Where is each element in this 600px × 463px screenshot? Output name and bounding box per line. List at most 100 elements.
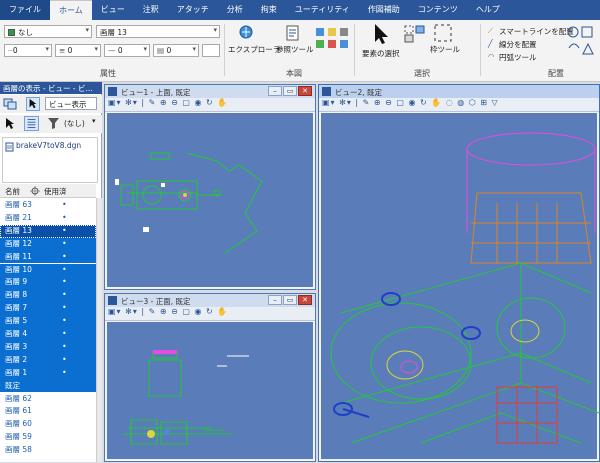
tab-view[interactable]: ビュー [92,0,134,20]
level-row[interactable]: 画層 12 • [0,237,96,251]
tab-utilities[interactable]: ユーティリティ [286,0,359,20]
level-row[interactable]: 画層 13 • [0,224,96,238]
level-row[interactable]: 画層 5 • [0,315,96,328]
level-used-indicator: • [62,225,67,235]
level-used-indicator: • [62,200,67,209]
element-selection-arrow-icon[interactable] [370,22,392,46]
level-row[interactable]: 画層 60 [0,418,96,432]
maximize-button[interactable]: ▭ [283,295,297,305]
explorer-icon[interactable] [238,24,256,42]
level-row[interactable]: 画層 9 • [0,276,96,290]
tab-file[interactable]: ファイル [0,0,50,20]
dgn-file-icon [5,142,14,152]
level-row[interactable]: 画層 10 • [0,263,96,277]
class-combo[interactable] [202,44,220,57]
level-row[interactable]: 画層 58 [0,444,96,457]
level-name: 画層 59 [5,432,32,442]
level-row[interactable]: 画層 21 • [0,211,96,225]
view-toolbar[interactable]: ▣▾ ✻▾ | ✎ ⊕ ⊖ ▢ ◉ ↻ ✋ [105,98,315,112]
fence-tool-button[interactable]: 枠ツール [430,44,460,55]
place-smartline-button[interactable]: スマートラインを配置 [499,26,574,37]
panel-toolbar: ビュー表示 [0,95,102,113]
level-row[interactable]: 画層 2 • [0,353,96,367]
level-row[interactable]: 画層 59 [0,431,96,445]
line-icon: ╱ [488,39,493,48]
level-list-icon[interactable] [24,116,39,131]
level-used-indicator: • [62,303,67,313]
explorer-button[interactable]: エクスプローラ [228,44,280,55]
column-header-name[interactable]: 名前 [5,186,20,197]
level-used-indicator: • [62,329,67,338]
pointer-icon[interactable] [4,117,16,130]
filter-value[interactable]: (なし) [64,118,85,129]
filter-icon[interactable] [47,117,60,130]
fence-icon[interactable] [433,23,453,43]
level-row[interactable]: 画層 3 • [0,340,96,354]
close-button[interactable]: ✕ [298,295,312,305]
top-view-drawing [115,152,263,254]
select-icon[interactable] [26,97,40,111]
level-row[interactable]: 画層 1 • [0,366,96,380]
level-row[interactable]: 既定 [0,379,96,393]
level-name: 画層 21 [5,212,32,222]
level-row[interactable]: 画層 63 • [0,199,96,212]
arc-tool-button[interactable]: 円弧ツール [499,52,537,63]
linestyle-value: 0 [12,46,18,55]
view-icon [108,87,117,96]
view1-canvas[interactable] [107,113,313,287]
tab-annotate[interactable]: 注釈 [134,0,168,20]
view-toolbar[interactable]: ▣▾ ✻▾ | ✎ ⊕ ⊖ ▢ ◉ ↻ ✋ [105,307,315,321]
tab-help[interactable]: ヘルプ [467,0,509,20]
level-row[interactable]: 画層 61 [0,405,96,419]
level-name: 画層 10 [5,264,32,274]
level-row[interactable]: 画層 7 • [0,302,96,316]
level-display-combo[interactable]: なし [4,25,92,38]
linestyle-combo[interactable]: ┄ 0 [4,44,52,57]
tab-drawing-aids[interactable]: 作図補助 [359,0,409,20]
reference-tool-icon[interactable] [284,24,302,42]
view-windows-icon[interactable] [3,97,17,111]
selection-mode-icons[interactable] [404,24,426,44]
lineweight-icon: ≡ [59,46,68,55]
tab-attach[interactable]: アタッチ [168,0,218,20]
primary-tools-icons[interactable] [314,26,350,60]
level-row[interactable]: 画層 62 [0,392,96,406]
separator [480,24,481,76]
view3-canvas[interactable] [107,322,313,459]
tab-analyze[interactable]: 分析 [218,0,252,20]
tab-home[interactable]: ホーム [50,0,92,20]
level-name: 画層 8 [5,290,28,300]
place-line-button[interactable]: 線分を配置 [499,39,537,50]
primary-group-label: 本図 [286,69,302,78]
close-button[interactable]: ✕ [298,86,312,96]
tab-constraints[interactable]: 拘束 [252,0,286,20]
chevron-down-icon[interactable]: ▾ [92,117,96,125]
reference-tool-button[interactable]: 参照ツール [276,44,314,55]
column-header-used[interactable]: 使用済 [44,186,67,197]
level-name: 画層 61 [5,406,32,416]
tab-content[interactable]: コンテンツ [409,0,467,20]
window-controls: – ▭ ✕ [268,86,312,96]
level-row[interactable]: 画層 11 • [0,250,96,264]
minimize-button[interactable]: – [268,86,282,96]
level-used-indicator: • [62,212,67,222]
linecolor-combo[interactable]: — 0 [104,44,150,57]
level-name: 画層 11 [5,251,32,261]
minimize-button[interactable]: – [268,295,282,305]
view-display-button[interactable]: ビュー表示 [45,97,97,110]
level-row[interactable]: 画層 8 • [0,289,96,303]
level-row[interactable]: 画層 4 • [0,328,96,341]
level-used-indicator: • [62,341,67,351]
level-name: 画層 63 [5,200,32,209]
maximize-button[interactable]: ▭ [283,86,297,96]
file-name[interactable]: brakeV7toV8.dgn [16,141,81,150]
shape-tools-icons[interactable] [566,24,596,62]
view-toolbar[interactable]: ▣▾ ✻▾ | ✎ ⊕ ⊖ ▢ ◉ ↻ ✋ ◌ ◍ ⬡ ⊞ ▽ [319,98,599,112]
view2-canvas[interactable] [321,113,600,459]
level-list-scrollbar[interactable] [96,198,102,462]
arc-icon: ◠ [488,52,495,61]
transparency-combo[interactable]: ▤ 0 [153,44,199,57]
lineweight-combo[interactable]: ≡ 0 [55,44,101,57]
element-selection-button[interactable]: 要素の選択 [362,48,400,59]
active-level-combo[interactable]: 画層 13 [96,25,220,38]
